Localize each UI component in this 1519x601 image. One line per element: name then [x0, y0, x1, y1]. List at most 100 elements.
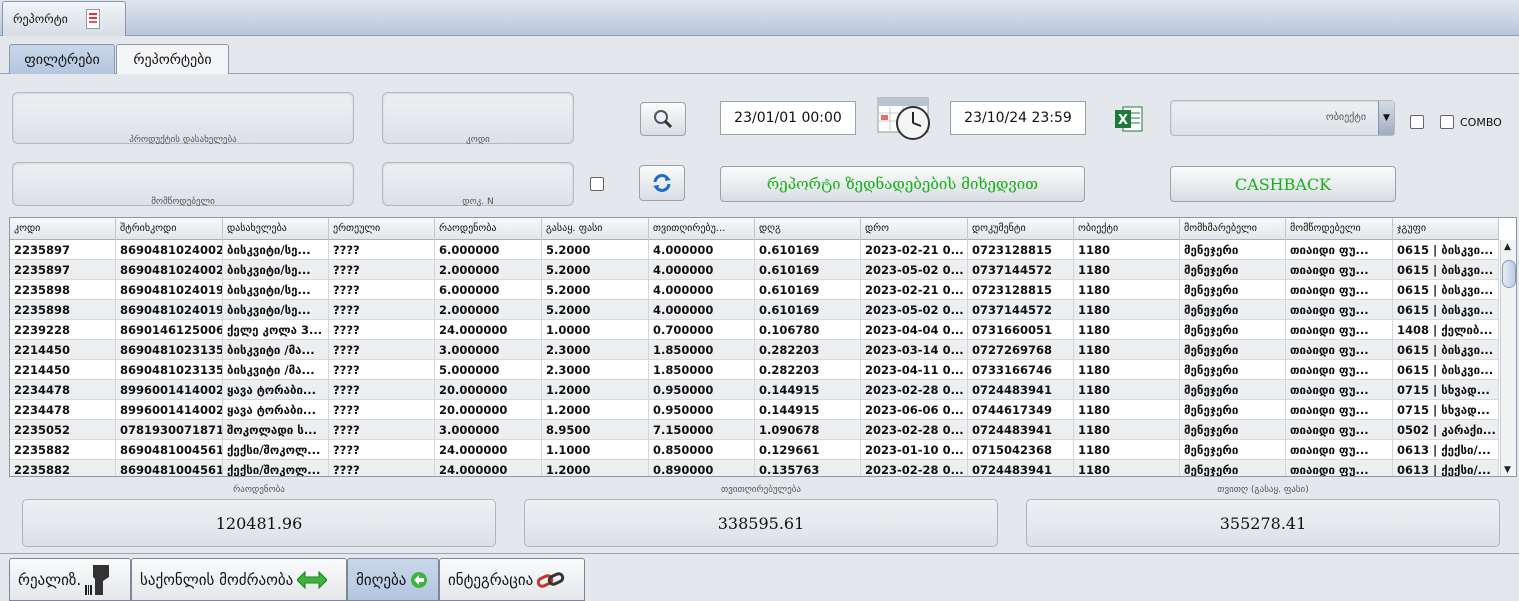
cell-vat: 0.106780 [755, 320, 861, 340]
cell-document: 0724483941 [968, 420, 1074, 440]
table-row[interactable]: 2235898 8690481024019 ბისკვიტი/სე...???? 2.… [10, 300, 1499, 320]
cell-cost: 4.000000 [649, 300, 755, 320]
cell-barcode: 8996001414002 [116, 400, 223, 420]
table-row[interactable]: 2235882 8690481004561 ქექსი/შოკოლ...???? 24… [10, 440, 1499, 460]
cell-name: ბისკვიტი/სე... [223, 300, 329, 320]
report-by-waybills-label: რეპორტი ზედნადებების მიხედვით [766, 175, 1039, 193]
cell-group: 0615 | ბისკვი... [1393, 360, 1499, 380]
cell-document: 0737144572 [968, 260, 1074, 280]
doc-number-label: დოკ. N [462, 197, 494, 207]
report-by-waybills-button[interactable]: რეპორტი ზედნადებების მიხედვით [720, 166, 1085, 202]
cell-code: 2235052 [10, 420, 116, 440]
tab-receiving[interactable]: მიღება [347, 558, 439, 601]
cell-document: 0737144572 [968, 300, 1074, 320]
tab-sales[interactable]: რეალიზ. [9, 558, 131, 601]
tab-report[interactable]: რეპორტი [2, 1, 126, 36]
cell-name: ბისკვიტი /მა... [223, 340, 329, 360]
scroll-thumb[interactable] [1502, 260, 1516, 288]
cost-total-value: 338595.61 [524, 499, 998, 547]
column-header-time[interactable]: დრო [861, 218, 968, 240]
cell-group: 0613 | ქექსი/... [1393, 460, 1499, 476]
cell-name: ბისკვიტი/სე... [223, 240, 329, 260]
cell-name: ყავა ტორაბი... [223, 380, 329, 400]
cell-object: 1180 [1074, 240, 1180, 260]
cell-supplier: თიაიდი ფუ... [1286, 360, 1393, 380]
cell-group: 0715 | სხვად... [1393, 400, 1499, 420]
cell-code: 2235898 [10, 280, 116, 300]
cell-name: ბისკვიტი /მა... [223, 360, 329, 380]
column-header-vat[interactable]: დღგ [755, 218, 861, 240]
vertical-scrollbar[interactable]: ▲ ▼ [1500, 240, 1516, 476]
table-row[interactable]: 2235882 8690481004561 ქექსი/შოკოლ...???? 24… [10, 460, 1499, 476]
cell-barcode: 8996001414002 [116, 380, 223, 400]
table-row[interactable]: 2239228 8690146125006 ქელე კოლა 3...???? 24… [10, 320, 1499, 340]
date-from-input[interactable]: 23/01/01 00:00 [720, 101, 856, 135]
column-header-name[interactable]: დასახელება [223, 218, 329, 240]
date-to-input[interactable]: 23/10/24 23:59 [950, 101, 1086, 135]
table-row[interactable]: 2214450 8690481023135 ბისკვიტი /მა...???? 5… [10, 360, 1499, 380]
cell-object: 1180 [1074, 340, 1180, 360]
column-header-barcode[interactable]: შტრიხკოდი [116, 218, 223, 240]
object-checkbox[interactable] [1410, 115, 1424, 129]
cell-unit: ???? [329, 340, 435, 360]
doc-number-field[interactable]: დოკ. N [382, 162, 574, 207]
column-header-sale-price[interactable]: გასაყ. ფასი [542, 218, 649, 240]
cell-user: მენეჯერი [1180, 460, 1286, 476]
excel-export-icon[interactable]: X [1114, 105, 1144, 133]
cell-document: 0724483941 [968, 380, 1074, 400]
tab-filters[interactable]: ფილტრები [9, 44, 115, 74]
cell-name: ქექსი/შოკოლ... [223, 460, 329, 476]
combo-checkbox[interactable] [1440, 115, 1454, 129]
column-header-cost[interactable]: თვითღირებუ... [649, 218, 755, 240]
table-row[interactable]: 2234478 8996001414002 ყავა ტორაბი...???? 20… [10, 380, 1499, 400]
tab-integration[interactable]: ინტეგრაცია [439, 558, 585, 601]
cell-barcode: 0781930071871 [116, 420, 223, 440]
cell-supplier: თიაიდი ფუ... [1286, 240, 1393, 260]
cell-user: მენეჯერი [1180, 380, 1286, 400]
calendar-clock-icon[interactable] [877, 96, 931, 142]
tab-reports[interactable]: რეპორტები [116, 44, 229, 74]
cell-sale-price: 1.2000 [542, 460, 649, 476]
table-row[interactable]: 2235898 8690481024019 ბისკვიტი/სე...???? 6.… [10, 280, 1499, 300]
chevron-down-icon[interactable]: ▼ [1378, 101, 1394, 135]
cell-supplier: თიაიდი ფუ... [1286, 300, 1393, 320]
table-row[interactable]: 2235897 8690481024002 ბისკვიტი/სე...???? 2.… [10, 260, 1499, 280]
supplier-field[interactable]: მომწოდებელი [12, 162, 354, 207]
column-header-object[interactable]: ობიექტი [1074, 218, 1180, 240]
column-header-unit[interactable]: ერთეული [329, 218, 435, 240]
cell-name: ბისკვიტი/სე... [223, 260, 329, 280]
cell-code: 2235897 [10, 260, 116, 280]
column-header-code[interactable]: კოდი [10, 218, 116, 240]
cell-time: 2023-02-28 0... [861, 420, 968, 440]
table-row[interactable]: 2234478 8996001414002 ყავა ტორაბი...???? 20… [10, 400, 1499, 420]
qty-total-label: რაოდენობა [233, 485, 285, 495]
tab-goods-movement[interactable]: საქონლის მოძრაობა [131, 558, 347, 601]
cell-barcode: 8690481024019 [116, 280, 223, 300]
cell-unit: ???? [329, 280, 435, 300]
scroll-down-icon[interactable]: ▼ [1504, 465, 1511, 475]
cell-quantity: 2.000000 [435, 260, 542, 280]
search-button[interactable] [640, 102, 686, 136]
cell-user: მენეჯერი [1180, 400, 1286, 420]
refresh-button[interactable] [639, 165, 685, 201]
cashback-button[interactable]: CASHBACK [1170, 166, 1396, 202]
cell-cost: 0.850000 [649, 440, 755, 460]
column-header-document[interactable]: დოკუმენტი [968, 218, 1074, 240]
cell-user: მენეჯერი [1180, 260, 1286, 280]
scroll-up-icon[interactable]: ▲ [1504, 242, 1511, 252]
table-row[interactable]: 2235897 8690481024002 ბისკვიტი/სე...???? 6.… [10, 240, 1499, 260]
object-select[interactable]: ობიექტი ▼ [1170, 100, 1395, 136]
filter-checkbox[interactable] [590, 177, 604, 191]
table-row[interactable]: 2235052 0781930071871 შოკოლადი ს...???? 3.0… [10, 420, 1499, 440]
table-row[interactable]: 2214450 8690481023135 ბისკვიტი /მა...???? 3… [10, 340, 1499, 360]
qty-total-value: 120481.96 [22, 499, 496, 547]
cell-supplier: თიაიდი ფუ... [1286, 380, 1393, 400]
tab-integration-label: ინტეგრაცია [448, 570, 534, 589]
column-header-supplier[interactable]: მომწოდებელი [1286, 218, 1393, 240]
code-field[interactable]: კოდი [382, 92, 574, 145]
product-name-field[interactable]: პროდუქტის დასახელება [12, 92, 354, 145]
column-header-group[interactable]: ჯგუფი [1393, 218, 1499, 240]
column-header-user[interactable]: მომხმარებელი [1180, 218, 1286, 240]
cell-time: 2023-04-04 0... [861, 320, 968, 340]
column-header-quantity[interactable]: რაოდენობა [435, 218, 542, 240]
